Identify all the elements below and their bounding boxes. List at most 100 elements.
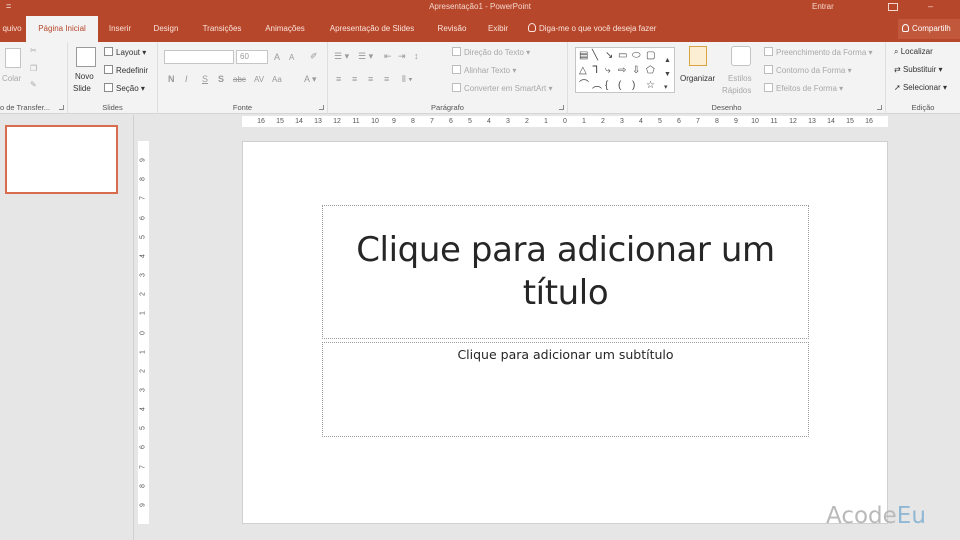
clipboard-launcher-icon[interactable] xyxy=(59,105,64,110)
align-text-button[interactable]: Alinhar Texto ▾ xyxy=(452,65,516,75)
cursor-icon: ➚ xyxy=(894,83,901,92)
left-brace-shape-icon[interactable]: { xyxy=(605,81,608,91)
cut-icon[interactable]: ✂ xyxy=(30,46,37,55)
underline-button[interactable]: S xyxy=(202,74,208,84)
tab-revisao[interactable]: Revisão xyxy=(430,16,474,42)
tab-exibir[interactable]: Exibir xyxy=(480,16,516,42)
tab-animacoes[interactable]: Animações xyxy=(256,16,314,42)
rectangle-shape-icon[interactable]: ▭ xyxy=(618,51,627,61)
replace-button[interactable]: ⇄ Substituir ▾ xyxy=(894,65,943,74)
minimize-icon[interactable]: – xyxy=(928,1,933,11)
pentagon-shape-icon[interactable]: ⬠ xyxy=(646,66,655,76)
change-case-button[interactable]: Aa xyxy=(272,75,282,84)
font-launcher-icon[interactable] xyxy=(319,105,324,110)
convert-smartart-button[interactable]: Converter em SmartArt ▾ xyxy=(452,83,553,93)
smartart-icon xyxy=(452,83,461,92)
ruler-tick-label: 7 xyxy=(139,464,147,469)
right-bracket-shape-icon[interactable]: ) xyxy=(632,81,635,91)
quick-styles-icon[interactable] xyxy=(731,46,751,66)
bullets-icon[interactable]: ☰ ▾ xyxy=(334,51,349,62)
tell-me-search[interactable]: Diga-me o que você deseja fazer xyxy=(528,16,656,42)
star-shape-icon[interactable]: ☆ xyxy=(646,81,655,91)
arrange-icon[interactable] xyxy=(689,46,707,66)
find-button[interactable]: ⌕ Localizar xyxy=(894,47,933,57)
new-slide-label-1[interactable]: Novo xyxy=(75,72,94,81)
block-arrow-down-shape-icon[interactable]: ⇩ xyxy=(632,66,640,76)
font-color-button[interactable]: A ▾ xyxy=(304,74,317,85)
numbering-icon[interactable]: ☰ ▾ xyxy=(358,51,373,62)
vertical-ruler[interactable]: 9 8 7 6 5 4 3 2 1 0 1 2 3 4 5 6 7 8 9 xyxy=(138,141,149,524)
shrink-font-icon[interactable]: A xyxy=(289,53,294,62)
font-name-combo[interactable] xyxy=(164,50,234,64)
gallery-more-icon[interactable]: ▾ xyxy=(664,83,668,93)
gallery-scroll-up-icon[interactable]: ▲ xyxy=(664,56,671,66)
quick-styles-label-2[interactable]: Rápidos xyxy=(722,86,751,95)
select-button[interactable]: ➚ Selecionar ▾ xyxy=(894,83,947,92)
rounded-rectangle-shape-icon[interactable]: ▢ xyxy=(646,51,655,61)
curve-shape-icon[interactable]: ⌒ xyxy=(579,81,589,91)
share-button[interactable]: Compartilh xyxy=(898,19,960,39)
section-button[interactable]: Seção ▾ xyxy=(104,83,145,93)
tab-apresentacao-de-slides[interactable]: Apresentação de Slides xyxy=(320,16,424,42)
shape-outline-icon xyxy=(764,65,773,74)
paste-icon[interactable] xyxy=(5,48,21,68)
tab-pagina-inicial[interactable]: Página Inicial xyxy=(26,16,98,42)
text-box-shape-icon[interactable]: ▤ xyxy=(579,51,588,61)
sign-in-link[interactable]: Entrar xyxy=(812,2,834,11)
shapes-gallery[interactable]: ▤ ╲ ↘ ▭ ⬭ ▢ △ ᒣ ⤷ ⇨ ⇩ ⬠ ⌒ ︵ { ( ) ☆ ▲ ▼ … xyxy=(575,47,675,93)
bold-button[interactable]: N xyxy=(168,74,175,84)
ruler-tick-label: 12 xyxy=(789,118,797,125)
shape-effects-button[interactable]: Efeitos de Forma ▾ xyxy=(764,83,843,93)
triangle-shape-icon[interactable]: △ xyxy=(579,66,587,76)
arc-shape-icon[interactable]: ︵ xyxy=(592,81,602,91)
clear-formatting-icon[interactable]: ✐ xyxy=(310,51,318,62)
line-shape-icon[interactable]: ╲ xyxy=(592,51,598,61)
paragraph-launcher-icon[interactable] xyxy=(559,105,564,110)
arrow-shape-icon[interactable]: ↘ xyxy=(605,51,613,61)
elbow-connector-shape-icon[interactable]: ᒣ xyxy=(592,66,598,76)
font-size-combo[interactable]: 60 xyxy=(236,50,268,64)
format-painter-icon[interactable]: ✎ xyxy=(30,80,37,89)
tab-arquivo[interactable]: quivo xyxy=(0,16,24,42)
drawing-launcher-icon[interactable] xyxy=(877,105,882,110)
text-direction-button[interactable]: Direção do Texto ▾ xyxy=(452,47,530,57)
reset-button[interactable]: Redefinir xyxy=(104,65,148,75)
horizontal-ruler[interactable]: 16 15 14 13 12 11 10 9 8 7 6 5 4 3 2 1 0 1 2 3 4 5 6 7 8 9 10 11 12 1… xyxy=(242,116,888,127)
character-spacing-button[interactable]: AV xyxy=(254,75,264,84)
columns-icon[interactable]: ⫴ ▾ xyxy=(402,74,413,85)
tab-inserir[interactable]: Inserir xyxy=(100,16,140,42)
subtitle-placeholder[interactable]: Clique para adicionar um subtítulo xyxy=(322,342,809,437)
align-left-icon[interactable]: ≡ xyxy=(336,74,341,84)
oval-shape-icon[interactable]: ⬭ xyxy=(632,51,641,61)
align-center-icon[interactable]: ≡ xyxy=(352,74,357,84)
person-icon xyxy=(902,24,909,32)
title-placeholder[interactable]: Clique para adicionar um título xyxy=(322,205,809,339)
italic-button[interactable]: I xyxy=(185,74,188,84)
strikethrough-button[interactable]: abc xyxy=(233,75,246,84)
shadow-button[interactable]: S xyxy=(218,74,224,84)
shape-fill-button[interactable]: Preenchimento da Forma ▾ xyxy=(764,47,873,57)
shape-outline-button[interactable]: Contorno da Forma ▾ xyxy=(764,65,852,75)
tab-design[interactable]: Design xyxy=(144,16,188,42)
decrease-indent-icon[interactable]: ⇤ xyxy=(384,51,392,62)
justify-icon[interactable]: ≡ xyxy=(384,74,389,84)
grow-font-icon[interactable]: A xyxy=(274,52,280,62)
block-arrow-right-shape-icon[interactable]: ⇨ xyxy=(618,66,626,76)
align-right-icon[interactable]: ≡ xyxy=(368,74,373,84)
new-slide-icon[interactable] xyxy=(76,47,96,67)
ruler-tick-label: 12 xyxy=(333,118,341,125)
curved-connector-shape-icon[interactable]: ⤷ xyxy=(605,66,611,76)
quick-styles-label-1[interactable]: Estilos xyxy=(728,74,752,83)
slide-thumbnail-1[interactable] xyxy=(5,125,118,194)
line-spacing-icon[interactable]: ↕ xyxy=(414,51,419,61)
arrange-button[interactable]: Organizar xyxy=(680,74,715,83)
left-bracket-shape-icon[interactable]: ( xyxy=(618,81,621,91)
gallery-scroll-down-icon[interactable]: ▼ xyxy=(664,70,671,80)
new-slide-label-2[interactable]: Slide xyxy=(73,84,91,93)
copy-icon[interactable]: ❐ xyxy=(30,64,37,73)
increase-indent-icon[interactable]: ⇥ xyxy=(398,51,406,62)
layout-button[interactable]: Layout ▾ xyxy=(104,47,146,57)
tab-transicoes[interactable]: Transições xyxy=(192,16,252,42)
ribbon-display-options-icon[interactable] xyxy=(888,3,898,11)
paste-button[interactable]: Colar xyxy=(2,74,21,83)
